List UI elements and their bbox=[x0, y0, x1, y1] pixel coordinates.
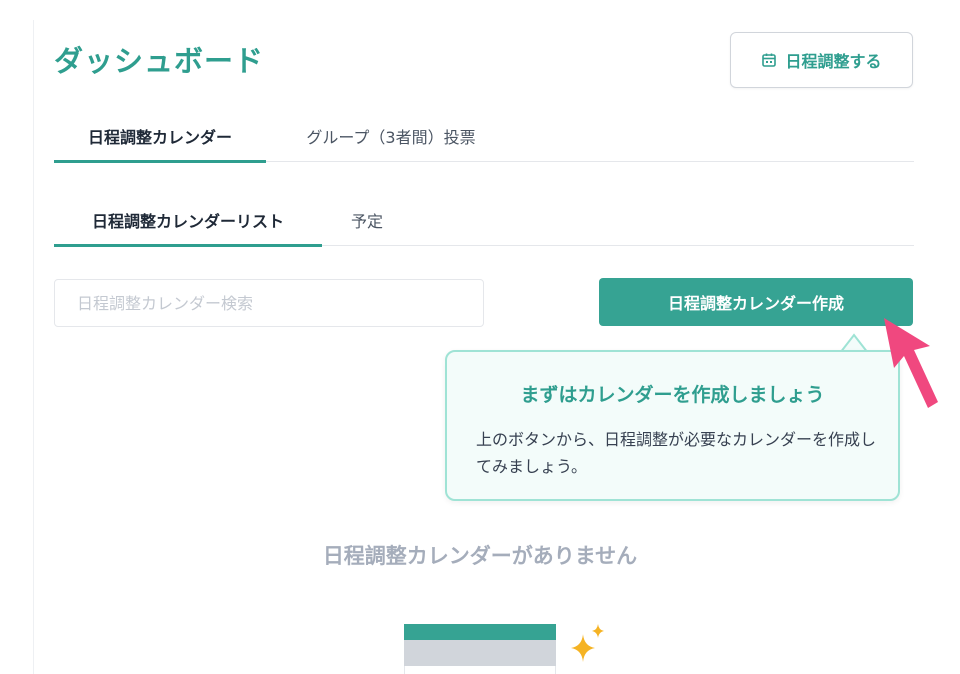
tab-calendar-label: 日程調整カレンダー bbox=[87, 128, 232, 147]
calendar-illustration-header bbox=[404, 624, 556, 640]
onboarding-tooltip: まずはカレンダーを作成しましょう 上のボタンから、日程調整が必要なカレンダーを作… bbox=[445, 350, 900, 501]
calendar-illustration-row bbox=[404, 640, 556, 666]
page-title: ダッシュボード bbox=[54, 44, 265, 78]
tab-calendar[interactable]: 日程調整カレンダー bbox=[54, 118, 266, 163]
sparkle-icon bbox=[571, 624, 604, 662]
tab-group-vote-label: グループ（3者間）投票 bbox=[306, 128, 476, 147]
content-left-border bbox=[33, 20, 34, 674]
tab-schedule[interactable]: 予定 bbox=[322, 202, 412, 246]
sub-tabs: 日程調整カレンダーリスト 予定 bbox=[54, 202, 914, 247]
tab-schedule-label: 予定 bbox=[350, 212, 383, 231]
calendar-illustration bbox=[404, 624, 556, 674]
tab-calendar-list[interactable]: 日程調整カレンダーリスト bbox=[54, 202, 322, 247]
create-calendar-button[interactable]: 日程調整カレンダー作成 bbox=[599, 278, 913, 326]
tooltip-body: 上のボタンから、日程調整が必要なカレンダーを作成してみましょう。 bbox=[476, 430, 877, 476]
calendar-search-input[interactable] bbox=[54, 279, 484, 327]
tab-group-vote[interactable]: グループ（3者間）投票 bbox=[266, 118, 516, 162]
schedule-button[interactable]: 日程調整する bbox=[730, 32, 913, 88]
main-tabs: 日程調整カレンダー グループ（3者間）投票 bbox=[54, 118, 914, 163]
schedule-button-label: 日程調整する bbox=[785, 54, 882, 71]
empty-state-message: 日程調整カレンダーがありません bbox=[322, 544, 638, 568]
pointer-arrow-icon bbox=[884, 318, 938, 408]
calendar-illustration-body bbox=[404, 666, 556, 674]
calendar-icon bbox=[762, 53, 777, 67]
tab-calendar-list-label: 日程調整カレンダーリスト bbox=[91, 212, 284, 231]
tooltip-title: まずはカレンダーを作成しましょう bbox=[520, 384, 825, 406]
